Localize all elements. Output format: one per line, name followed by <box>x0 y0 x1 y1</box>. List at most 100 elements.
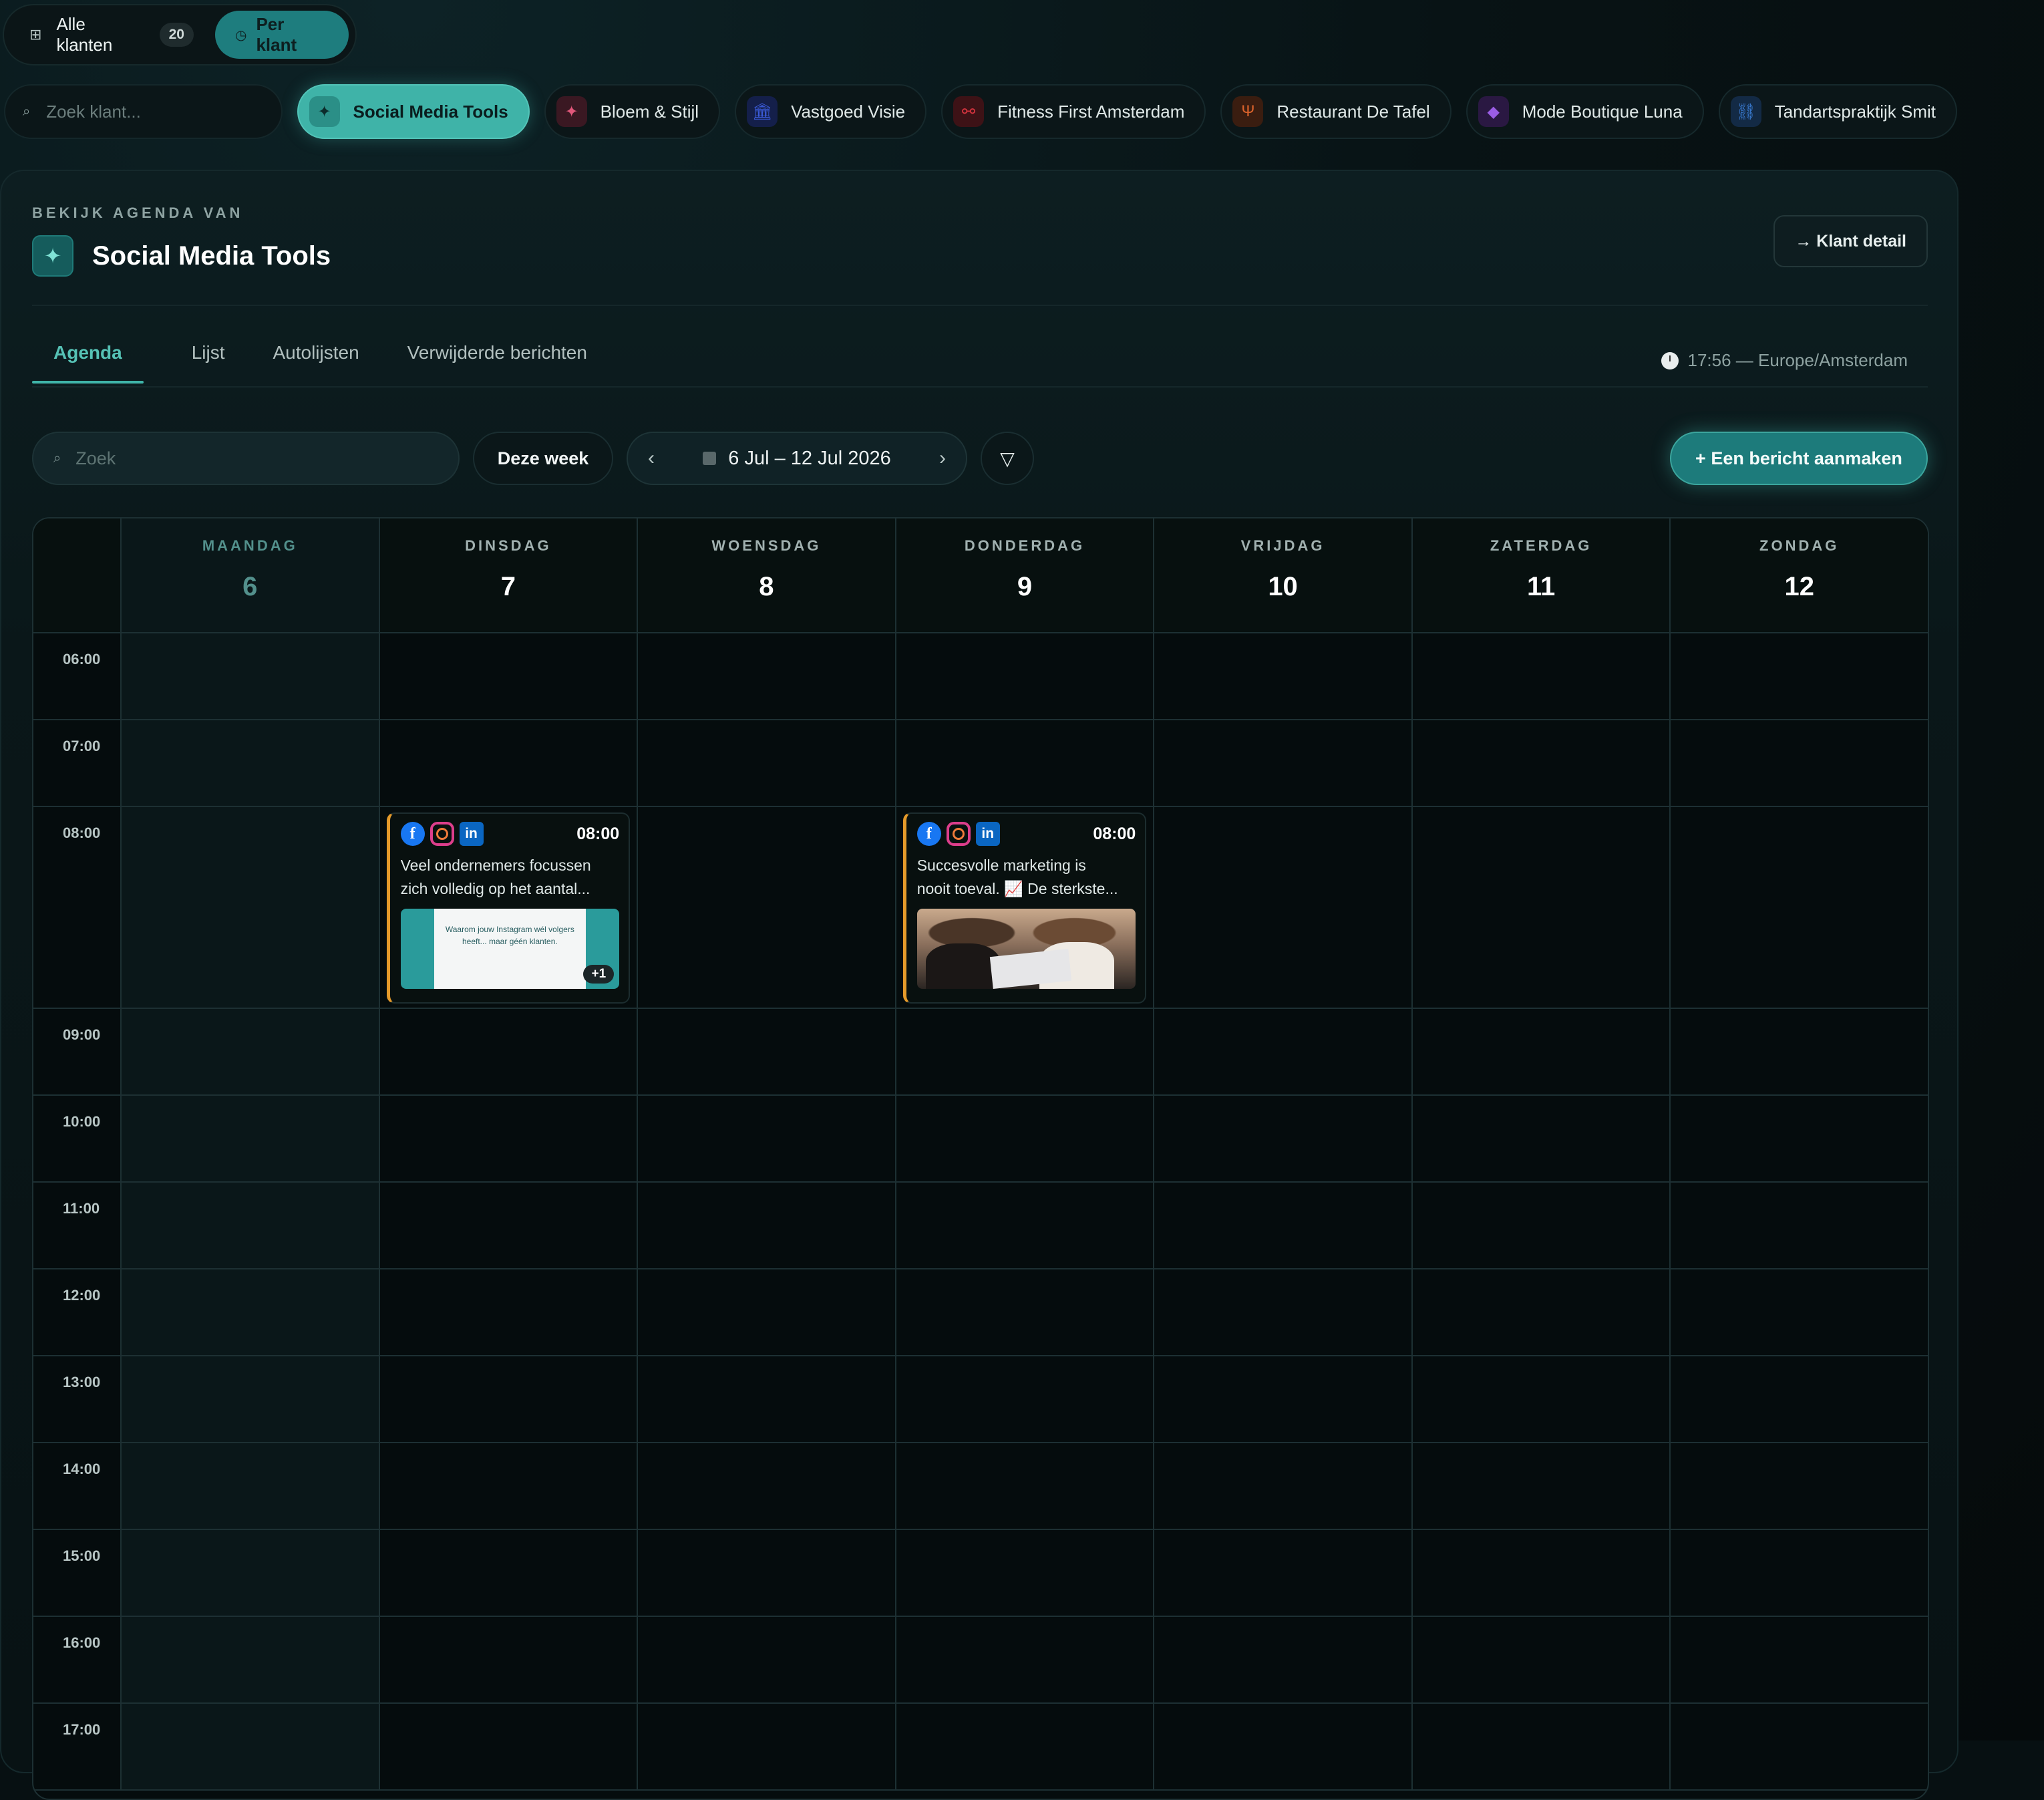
client-chip-social-media-tools[interactable]: ✦ Social Media Tools <box>297 84 530 139</box>
time-slot-cell[interactable] <box>1412 633 1670 720</box>
time-slot-cell[interactable] <box>1671 633 1928 720</box>
scheduled-post[interactable]: f in 08:00 Succesvolle marketing is nooi… <box>902 812 1147 1004</box>
time-slot-cell[interactable] <box>1154 1704 1411 1791</box>
time-slot-cell[interactable] <box>1671 1183 1928 1269</box>
time-slot-cell[interactable] <box>122 1704 379 1791</box>
day-header[interactable]: VRIJDAG 10 <box>1153 518 1411 632</box>
client-chip-bloem-stijl[interactable]: ✦ Bloem & Stijl <box>544 84 721 139</box>
time-slot-cell[interactable] <box>379 633 637 720</box>
time-slot-cell[interactable] <box>379 1704 637 1791</box>
time-slot-cell[interactable] <box>896 1269 1154 1356</box>
time-slot-cell[interactable] <box>1412 1530 1670 1617</box>
time-slot-cell[interactable] <box>379 1009 637 1096</box>
time-slot-cell[interactable] <box>1154 720 1411 807</box>
time-slot-cell[interactable] <box>1154 633 1411 720</box>
time-slot-cell[interactable] <box>122 1269 379 1356</box>
time-slot-cell[interactable] <box>1154 1443 1411 1530</box>
time-slot-cell[interactable] <box>1154 807 1411 1009</box>
time-slot-cell[interactable] <box>122 720 379 807</box>
day-header[interactable]: ZONDAG 12 <box>1669 518 1928 632</box>
tab-autolijsten[interactable]: Autolijsten <box>273 342 359 382</box>
tab-agenda[interactable]: Agenda <box>32 342 144 384</box>
time-slot-cell[interactable] <box>122 1183 379 1269</box>
day-header[interactable]: WOENSDAG 8 <box>637 518 895 632</box>
per-client-button[interactable]: ◷ Per klant <box>214 11 349 59</box>
day-header[interactable]: DONDERDAG 9 <box>894 518 1154 632</box>
time-slot-cell[interactable] <box>379 1617 637 1704</box>
tab-lijst[interactable]: Lijst <box>192 342 225 382</box>
prev-week-button[interactable]: ‹ <box>648 447 655 470</box>
time-slot-cell[interactable] <box>1154 1183 1411 1269</box>
time-slot-cell[interactable] <box>1412 1443 1670 1530</box>
time-slot-cell[interactable] <box>896 1530 1154 1617</box>
time-slot-cell[interactable] <box>896 633 1154 720</box>
day-column[interactable] <box>637 633 895 1791</box>
time-slot-cell[interactable] <box>122 633 379 720</box>
time-slot-cell[interactable] <box>638 633 895 720</box>
time-slot-cell[interactable] <box>1154 1530 1411 1617</box>
tab-verwijderde-berichten[interactable]: Verwijderde berichten <box>407 342 587 382</box>
day-column[interactable]: f in 08:00 Succesvolle marketing is nooi… <box>894 633 1154 1791</box>
day-column[interactable] <box>1411 633 1670 1791</box>
time-slot-cell[interactable] <box>122 1096 379 1183</box>
time-slot-cell[interactable] <box>638 1096 895 1183</box>
time-slot-cell[interactable] <box>896 1356 1154 1443</box>
time-slot-cell[interactable] <box>379 1443 637 1530</box>
time-slot-cell[interactable] <box>1412 1269 1670 1356</box>
time-slot-cell[interactable] <box>638 1269 895 1356</box>
time-slot-cell[interactable] <box>638 1530 895 1617</box>
time-slot-cell[interactable] <box>1671 807 1928 1009</box>
time-slot-cell[interactable] <box>1671 1443 1928 1530</box>
this-week-button[interactable]: Deze week <box>473 432 613 485</box>
time-slot-cell[interactable] <box>122 1617 379 1704</box>
time-slot-cell[interactable] <box>896 1096 1154 1183</box>
all-clients-button[interactable]: ⊞ Alle klanten 20 <box>11 11 212 59</box>
day-header[interactable]: MAANDAG 6 <box>120 518 379 632</box>
time-slot-cell[interactable] <box>896 1009 1154 1096</box>
time-slot-cell[interactable] <box>1671 1356 1928 1443</box>
time-slot-cell[interactable] <box>896 1704 1154 1791</box>
day-column[interactable] <box>1669 633 1928 1791</box>
next-week-button[interactable]: › <box>939 447 946 470</box>
time-slot-cell[interactable] <box>896 720 1154 807</box>
time-slot-cell[interactable] <box>638 807 895 1009</box>
time-slot-cell[interactable] <box>638 1009 895 1096</box>
time-slot-cell[interactable] <box>1412 1704 1670 1791</box>
time-slot-cell[interactable] <box>122 1356 379 1443</box>
client-chip-vastgoed-visie[interactable]: 🏛 Vastgoed Visie <box>735 84 927 139</box>
time-slot-cell[interactable] <box>1412 1617 1670 1704</box>
time-slot-cell[interactable] <box>1671 1009 1928 1096</box>
scheduled-post[interactable]: f in 08:00 Veel ondernemers focussen zic… <box>386 812 631 1004</box>
time-slot-cell[interactable] <box>379 1530 637 1617</box>
time-slot-cell[interactable] <box>1671 1530 1928 1617</box>
day-column[interactable]: f in 08:00 Veel ondernemers focussen zic… <box>378 633 637 1791</box>
time-slot-cell[interactable] <box>638 1617 895 1704</box>
time-slot-cell[interactable] <box>1154 1096 1411 1183</box>
time-slot-cell[interactable] <box>1412 1096 1670 1183</box>
time-slot-cell[interactable] <box>1412 720 1670 807</box>
time-slot-cell[interactable] <box>638 1443 895 1530</box>
client-chip-fitness-first[interactable]: ⚯ Fitness First Amsterdam <box>941 84 1206 139</box>
time-slot-cell[interactable] <box>122 1009 379 1096</box>
time-slot-cell[interactable] <box>638 720 895 807</box>
client-chip-restaurant-de-tafel[interactable]: Ψ Restaurant De Tafel <box>1220 84 1452 139</box>
time-slot-cell[interactable] <box>896 1183 1154 1269</box>
time-slot-cell[interactable] <box>638 1183 895 1269</box>
time-slot-cell[interactable] <box>379 720 637 807</box>
time-slot-cell[interactable] <box>1154 1617 1411 1704</box>
client-detail-button[interactable]: → Klant detail <box>1773 215 1928 267</box>
create-post-button[interactable]: + Een bericht aanmaken <box>1670 432 1928 485</box>
time-slot-cell[interactable] <box>1671 1617 1928 1704</box>
time-slot-cell[interactable] <box>1154 1009 1411 1096</box>
client-chip-tandartspraktijk-smit[interactable]: ⛓ Tandartspraktijk Smit <box>1718 84 1957 139</box>
post-search-input[interactable]: ⌕ Zoek <box>32 432 460 485</box>
client-search-input[interactable]: ⌕ Zoek klant... <box>4 84 283 139</box>
time-slot-cell[interactable] <box>122 1443 379 1530</box>
day-header[interactable]: DINSDAG 7 <box>378 518 637 632</box>
time-slot-cell[interactable] <box>1671 1704 1928 1791</box>
time-slot-cell[interactable] <box>1412 1009 1670 1096</box>
time-slot-cell[interactable] <box>1412 1356 1670 1443</box>
time-slot-cell[interactable] <box>122 1530 379 1617</box>
time-slot-cell[interactable] <box>379 1183 637 1269</box>
time-slot-cell[interactable] <box>638 1356 895 1443</box>
